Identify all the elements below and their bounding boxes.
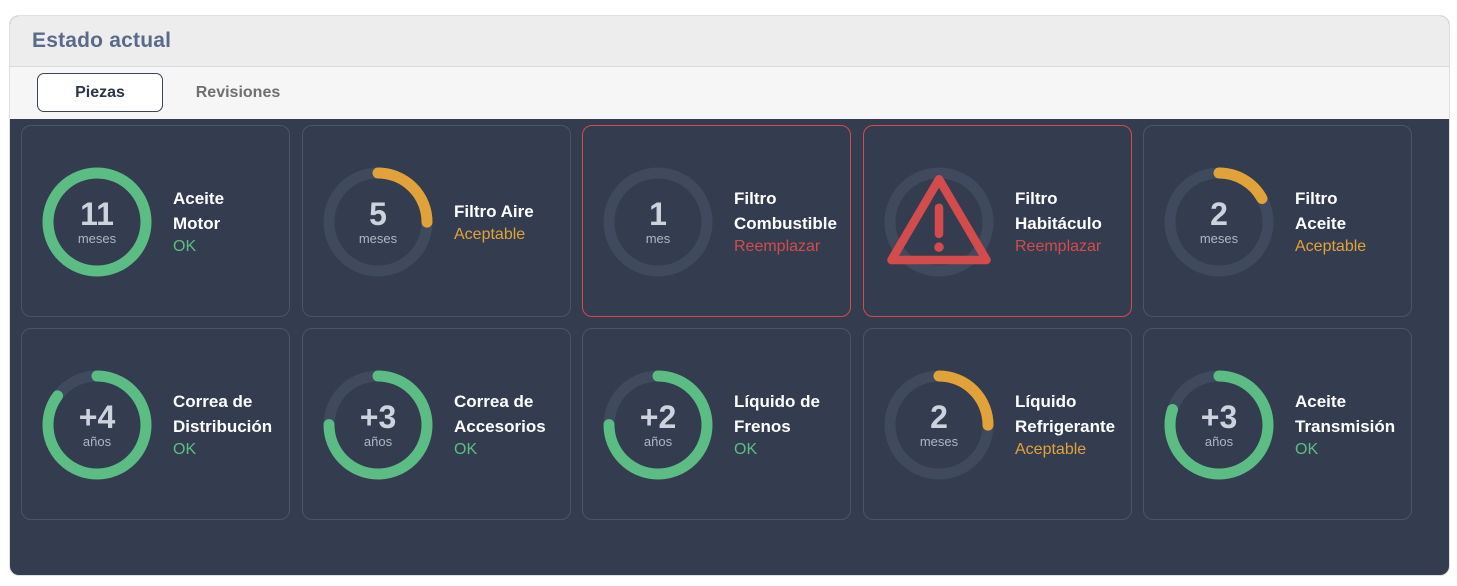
part-card[interactable]: +3 años Aceite Transmisión OK xyxy=(1143,328,1412,520)
progress-ring: +3 años xyxy=(1162,368,1276,482)
remaining-unit: mes xyxy=(645,230,671,246)
progress-ring: +3 años xyxy=(321,368,435,482)
remaining-value: +4 xyxy=(78,398,116,435)
remaining-value: 1 xyxy=(649,195,667,232)
remaining-value: 11 xyxy=(80,195,114,232)
remaining-value: +3 xyxy=(359,398,397,435)
part-status: OK xyxy=(454,441,478,458)
part-status: OK xyxy=(173,441,197,458)
remaining-value: 2 xyxy=(930,398,948,435)
part-name: Filtro Combustible xyxy=(734,189,837,233)
part-card[interactable]: 1 mes Filtro Combustible Reemplazar xyxy=(582,125,851,317)
warning-icon xyxy=(887,174,991,265)
progress-ring: 2 meses xyxy=(882,368,996,482)
remaining-unit: años xyxy=(363,433,393,449)
part-card[interactable]: 2 meses Líquido Refrigerante Aceptable xyxy=(863,328,1132,520)
part-status: Aceptable xyxy=(1295,238,1367,255)
part-card[interactable]: +2 años Líquido de Frenos OK xyxy=(582,328,851,520)
remaining-unit: meses xyxy=(919,433,959,449)
remaining-value: +2 xyxy=(639,398,677,435)
progress-ring: 1 mes xyxy=(601,165,715,279)
progress-ring: 2 meses xyxy=(1162,165,1276,279)
remaining-unit: meses xyxy=(358,230,398,246)
remaining-unit: años xyxy=(82,433,112,449)
part-status: Reemplazar xyxy=(734,238,821,255)
part-status: Reemplazar xyxy=(1015,238,1102,255)
part-status: OK xyxy=(173,238,197,255)
remaining-unit: meses xyxy=(77,230,117,246)
part-name: Aceite Transmisión xyxy=(1295,392,1396,436)
remaining-unit: años xyxy=(643,433,673,449)
part-name: Aceite Motor xyxy=(173,189,225,233)
part-name: Correa de Distribución xyxy=(173,392,273,436)
remaining-value: +3 xyxy=(1200,398,1238,435)
remaining-value: 5 xyxy=(369,195,387,232)
part-status: OK xyxy=(734,441,758,458)
tabs-bar: Piezas Revisiones xyxy=(10,67,1449,119)
progress-ring: 11 meses xyxy=(40,165,154,279)
part-status: Aceptable xyxy=(1015,441,1087,458)
part-name: Filtro Aire xyxy=(454,201,534,221)
part-status: OK xyxy=(1295,441,1319,458)
part-card[interactable]: 11 meses Aceite Motor OK xyxy=(21,125,290,317)
progress-ring xyxy=(882,165,996,279)
progress-ring: 5 meses xyxy=(321,165,435,279)
tab-revisiones[interactable]: Revisiones xyxy=(178,73,298,112)
remaining-unit: años xyxy=(1204,433,1234,449)
part-card[interactable]: 5 meses Filtro Aire Aceptable xyxy=(302,125,571,317)
remaining-unit: meses xyxy=(1199,230,1239,246)
part-card[interactable]: 2 meses Filtro Aceite Aceptable xyxy=(1143,125,1412,317)
progress-ring: +2 años xyxy=(601,368,715,482)
part-name: Filtro Aceite xyxy=(1295,189,1347,233)
remaining-value: 2 xyxy=(1210,195,1228,232)
part-card[interactable]: +3 años Correa de Accesorios OK xyxy=(302,328,571,520)
tab-piezas[interactable]: Piezas xyxy=(37,73,163,112)
part-card[interactable]: Filtro Habitáculo Reemplazar xyxy=(863,125,1132,317)
panel-header: Estado actual xyxy=(10,16,1449,67)
part-card[interactable]: +4 años Correa de Distribución OK xyxy=(21,328,290,520)
part-name: Líquido Refrigerante xyxy=(1015,392,1116,436)
part-name: Filtro Habitáculo xyxy=(1015,189,1102,233)
part-status: Aceptable xyxy=(454,225,526,243)
parts-grid: 11 meses Aceite Motor OK 5 meses Filtro Aire Ac… xyxy=(21,125,1415,525)
part-name: Líquido de Frenos xyxy=(734,392,820,436)
panel-title: Estado actual xyxy=(32,29,172,52)
progress-ring: +4 años xyxy=(40,368,154,482)
part-name: Correa de Accesorios xyxy=(454,392,546,436)
